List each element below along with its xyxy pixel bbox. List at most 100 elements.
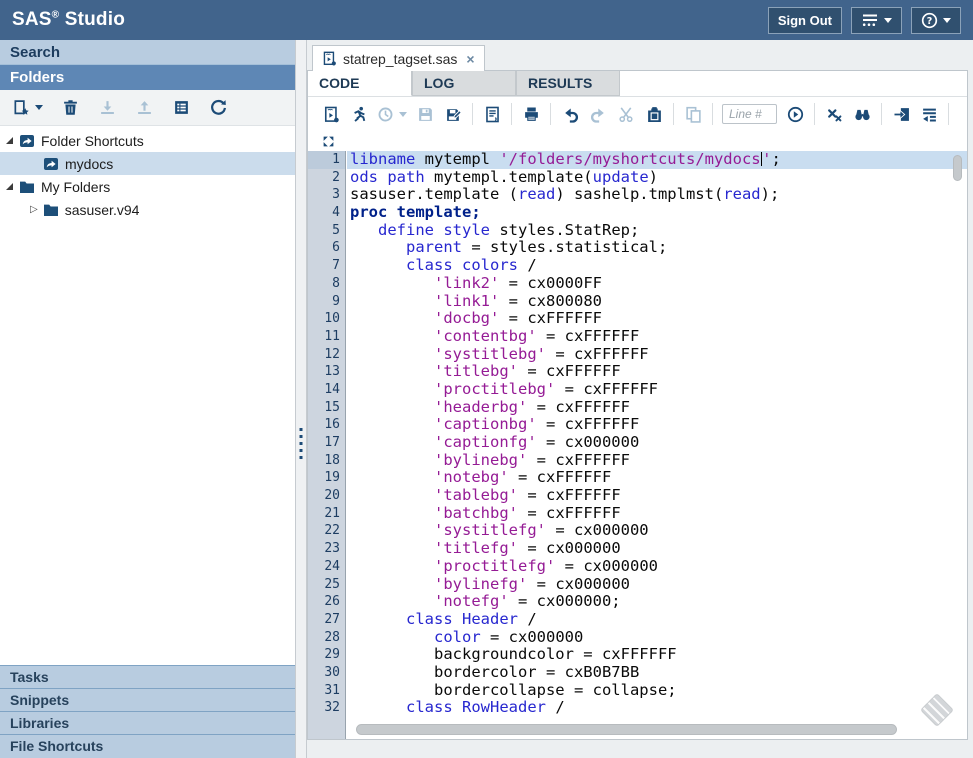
source-code-button[interactable]	[482, 102, 502, 126]
tree-item-my-folders[interactable]: My Folders	[0, 175, 295, 198]
sign-out-button[interactable]: Sign Out	[768, 7, 842, 34]
section-libraries[interactable]: Libraries	[0, 712, 295, 735]
close-icon[interactable]: ×	[466, 51, 474, 67]
code-line[interactable]: libname mytempl '/folders/myshortcuts/my…	[347, 151, 967, 169]
run-icon	[351, 106, 368, 123]
code-line[interactable]: 'captionbg' = cxFFFFFF	[347, 416, 967, 434]
code-line[interactable]: backgroundcolor = cxFFFFFF	[347, 646, 967, 664]
line-number: 1	[308, 151, 345, 169]
code-line[interactable]: 'link2' = cx0000FF	[347, 275, 967, 293]
code-line[interactable]: class Header /	[347, 611, 967, 629]
code-line[interactable]: 'notefg' = cx000000;	[347, 593, 967, 611]
tab-results[interactable]: RESULTS	[516, 71, 620, 96]
line-number: 6	[308, 239, 345, 257]
tab-log[interactable]: LOG	[412, 71, 516, 96]
section-search[interactable]: Search	[0, 40, 295, 65]
save-icon	[417, 106, 434, 123]
code-line[interactable]: 'docbg' = cxFFFFFF	[347, 310, 967, 328]
code-line[interactable]: 'bylinefg' = cx000000	[347, 576, 967, 594]
paste-button[interactable]	[644, 102, 664, 126]
code-line[interactable]: class colors /	[347, 257, 967, 275]
line-number: 17	[308, 434, 345, 452]
source-code-icon	[484, 106, 501, 123]
indent-submit-button[interactable]	[891, 102, 911, 126]
delete-button[interactable]	[60, 96, 80, 120]
properties-button[interactable]	[171, 96, 191, 120]
code-line[interactable]: 'bylinebg' = cxFFFFFF	[347, 452, 967, 470]
code-line[interactable]: 'proctitlefg' = cx000000	[347, 558, 967, 576]
vertical-scrollbar[interactable]	[953, 155, 962, 181]
chevron-down-icon	[943, 18, 951, 23]
code-line[interactable]: 'notebg' = cxFFFFFF	[347, 469, 967, 487]
section-tasks[interactable]: Tasks	[0, 666, 295, 689]
code-line[interactable]: 'systitlefg' = cx000000	[347, 522, 967, 540]
line-number: 19	[308, 469, 345, 487]
maximize-view-button[interactable]	[318, 129, 338, 153]
code-line[interactable]: 'captionfg' = cx000000	[347, 434, 967, 452]
tree-item-sasuser-v94[interactable]: ▷sasuser.v94	[0, 198, 295, 221]
redo-icon	[590, 106, 607, 123]
maximize-row	[308, 131, 967, 151]
download-icon	[99, 99, 116, 116]
line-number: 31	[308, 682, 345, 700]
tab-code[interactable]: CODE	[308, 71, 412, 96]
undo-button[interactable]	[560, 102, 580, 126]
save-as-button[interactable]	[443, 102, 463, 126]
folder-icon	[19, 180, 35, 194]
view-tabs: CODELOGRESULTS	[308, 71, 967, 97]
code-line[interactable]: proc template;	[347, 204, 967, 222]
section-snippets[interactable]: Snippets	[0, 689, 295, 712]
code-line[interactable]: 'batchbg' = cxFFFFFF	[347, 505, 967, 523]
code-line[interactable]: 'link1' = cx800080	[347, 293, 967, 311]
document-tabstrip: statrep_tagset.sas ×	[307, 40, 968, 71]
code-line[interactable]: 'titlefg' = cx000000	[347, 540, 967, 558]
expander-open-icon[interactable]	[6, 137, 13, 144]
tab-statrep-tagset[interactable]: statrep_tagset.sas ×	[312, 45, 485, 71]
section-folders[interactable]: Folders	[0, 65, 295, 90]
code-line[interactable]: define style styles.StatRep;	[347, 222, 967, 240]
new-item-button[interactable]	[13, 96, 43, 120]
code-line[interactable]: 'titlebg' = cxFFFFFF	[347, 363, 967, 381]
expander-closed-icon[interactable]: ▷	[30, 204, 38, 215]
pane-splitter[interactable]	[295, 40, 307, 758]
expander-open-icon[interactable]	[6, 183, 13, 190]
redo-button	[588, 102, 608, 126]
run-button[interactable]	[349, 102, 369, 126]
new-program-button[interactable]	[321, 102, 341, 126]
code-line[interactable]: class RowHeader /	[347, 699, 967, 717]
help-button[interactable]: ?	[911, 7, 961, 34]
refresh-button[interactable]	[208, 96, 228, 120]
goto-line-input[interactable]: Line #	[722, 104, 777, 124]
horizontal-scrollbar[interactable]	[356, 724, 897, 735]
code-line[interactable]: bordercollapse = collapse;	[347, 682, 967, 700]
code-line[interactable]: sasuser.template (read) sashelp.tmplmst(…	[347, 186, 967, 204]
splitter-grip-icon	[300, 428, 303, 461]
find-button[interactable]	[852, 102, 872, 126]
toolbar-separator	[881, 103, 882, 125]
app-menu-button[interactable]	[851, 7, 902, 34]
chevron-down-icon	[399, 112, 407, 117]
code-editor[interactable]: 1234567891011121314151617181920212223242…	[308, 151, 967, 739]
line-number: 26	[308, 593, 345, 611]
code-line[interactable]: color = cx000000	[347, 629, 967, 647]
format-code-button[interactable]	[919, 102, 939, 126]
line-number: 4	[308, 204, 345, 222]
code-area[interactable]: libname mytempl '/folders/myshortcuts/my…	[347, 151, 967, 739]
section-file-shortcuts[interactable]: File Shortcuts	[0, 735, 295, 758]
code-line[interactable]: 'headerbg' = cxFFFFFF	[347, 399, 967, 417]
line-number: 28	[308, 629, 345, 647]
folder-shortcut-icon	[19, 134, 35, 148]
print-button[interactable]	[521, 102, 541, 126]
clear-code-button[interactable]	[824, 102, 844, 126]
code-line[interactable]: 'contentbg' = cxFFFFFF	[347, 328, 967, 346]
code-line[interactable]: parent = styles.statistical;	[347, 239, 967, 257]
code-line[interactable]: 'tablebg' = cxFFFFFF	[347, 487, 967, 505]
code-line[interactable]: bordercolor = cxB0B7BB	[347, 664, 967, 682]
sidebar-accordion: TasksSnippetsLibrariesFile Shortcuts	[0, 665, 295, 758]
tree-item-folder-shortcuts[interactable]: Folder Shortcuts	[0, 129, 295, 152]
goto-line-button[interactable]	[785, 102, 805, 126]
code-line[interactable]: 'proctitlebg' = cxFFFFFF	[347, 381, 967, 399]
code-line[interactable]: 'systitlebg' = cxFFFFFF	[347, 346, 967, 364]
tree-item-mydocs[interactable]: mydocs	[0, 152, 295, 175]
code-line[interactable]: ods path mytempl.template(update)	[347, 169, 967, 187]
